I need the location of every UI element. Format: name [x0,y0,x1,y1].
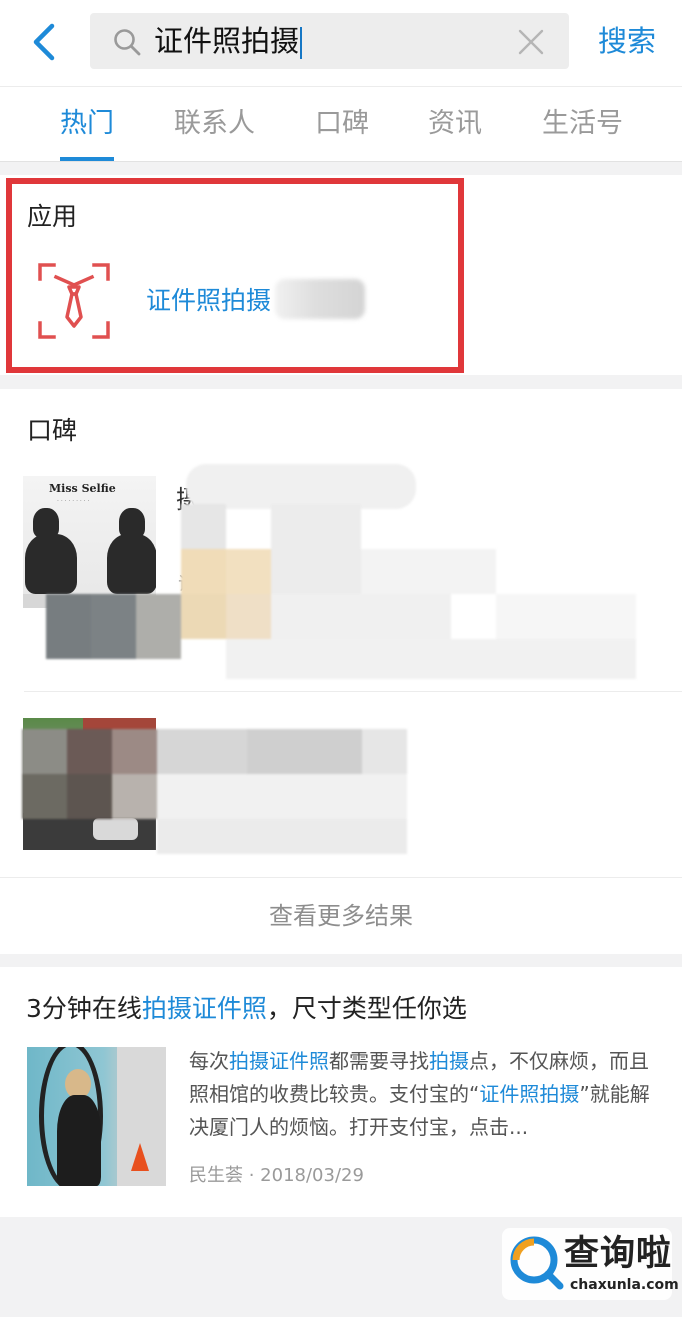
summary-highlight: 拍摄证件照 [229,1049,329,1073]
tab-life-account[interactable]: 生活号 [542,105,623,143]
apps-section: 应用 证件照拍摄 [0,175,682,375]
article-title-highlight: 拍摄证件照 [141,994,267,1023]
article-meta: 民生荟 · 2018/03/29 [189,1165,364,1186]
watermark-url: chaxunla.com [570,1277,679,1293]
tab-news[interactable]: 资讯 [428,105,482,143]
article-source: 民生荟 [189,1165,243,1186]
tab-koubei[interactable]: 口碑 [315,105,369,143]
summary-highlight: 拍摄 [429,1049,469,1073]
search-button[interactable]: 搜索 [598,20,656,62]
search-input[interactable]: 证件照拍摄 [90,13,569,69]
search-header: 证件照拍摄 搜索 [0,0,682,86]
summary-text: 每次 [189,1049,229,1073]
koubei-section: 口碑 Miss Selfie · · · · · · · · · 摄 证件 [0,389,682,954]
search-query-text[interactable]: 证件照拍摄 [154,21,303,61]
chevron-left-icon [33,23,55,61]
koubei-section-title: 口碑 [27,416,78,445]
more-results-button[interactable]: 查看更多结果 [0,877,682,954]
tab-hot[interactable]: 热门 [60,105,114,143]
search-icon [114,29,141,56]
news-article-card[interactable]: 3分钟在线拍摄证件照，尺寸类型任你选 每次拍摄证件照都需要寻找拍摄点，不仅麻烦，… [0,967,682,1217]
row-divider [24,691,682,692]
annotation-highlight-box [6,178,464,373]
article-title[interactable]: 3分钟在线拍摄证件照，尺寸类型任你选 [26,991,467,1027]
article-summary: 每次拍摄证件照都需要寻找拍摄点，不仅麻烦，而且照相馆的收费比较贵。支付宝的“证件… [189,1045,651,1144]
summary-highlight: 证件照拍摄 [479,1082,580,1106]
article-thumbnail[interactable] [27,1047,166,1186]
watermark-text: 查询啦 [564,1234,673,1274]
summary-text: 都需要寻找 [329,1049,429,1073]
search-tabs: 热门 联系人 口碑 资讯 生活号 [0,86,682,162]
tab-contacts[interactable]: 联系人 [174,105,255,143]
clear-icon[interactable] [517,28,545,56]
active-tab-indicator [60,157,114,161]
privacy-mosaic [46,464,636,679]
privacy-mosaic [22,719,462,859]
magnifier-logo-icon [510,1236,564,1290]
article-title-prefix: 3分钟在线 [26,994,142,1023]
text-caret [300,27,303,59]
site-watermark: 查询啦 chaxunla.com [502,1228,679,1300]
article-date: 2018/03/29 [260,1165,364,1186]
article-title-suffix: ，尺寸类型任你选 [266,994,467,1023]
back-button[interactable] [28,22,64,62]
search-query-value: 证件照拍摄 [154,24,300,58]
